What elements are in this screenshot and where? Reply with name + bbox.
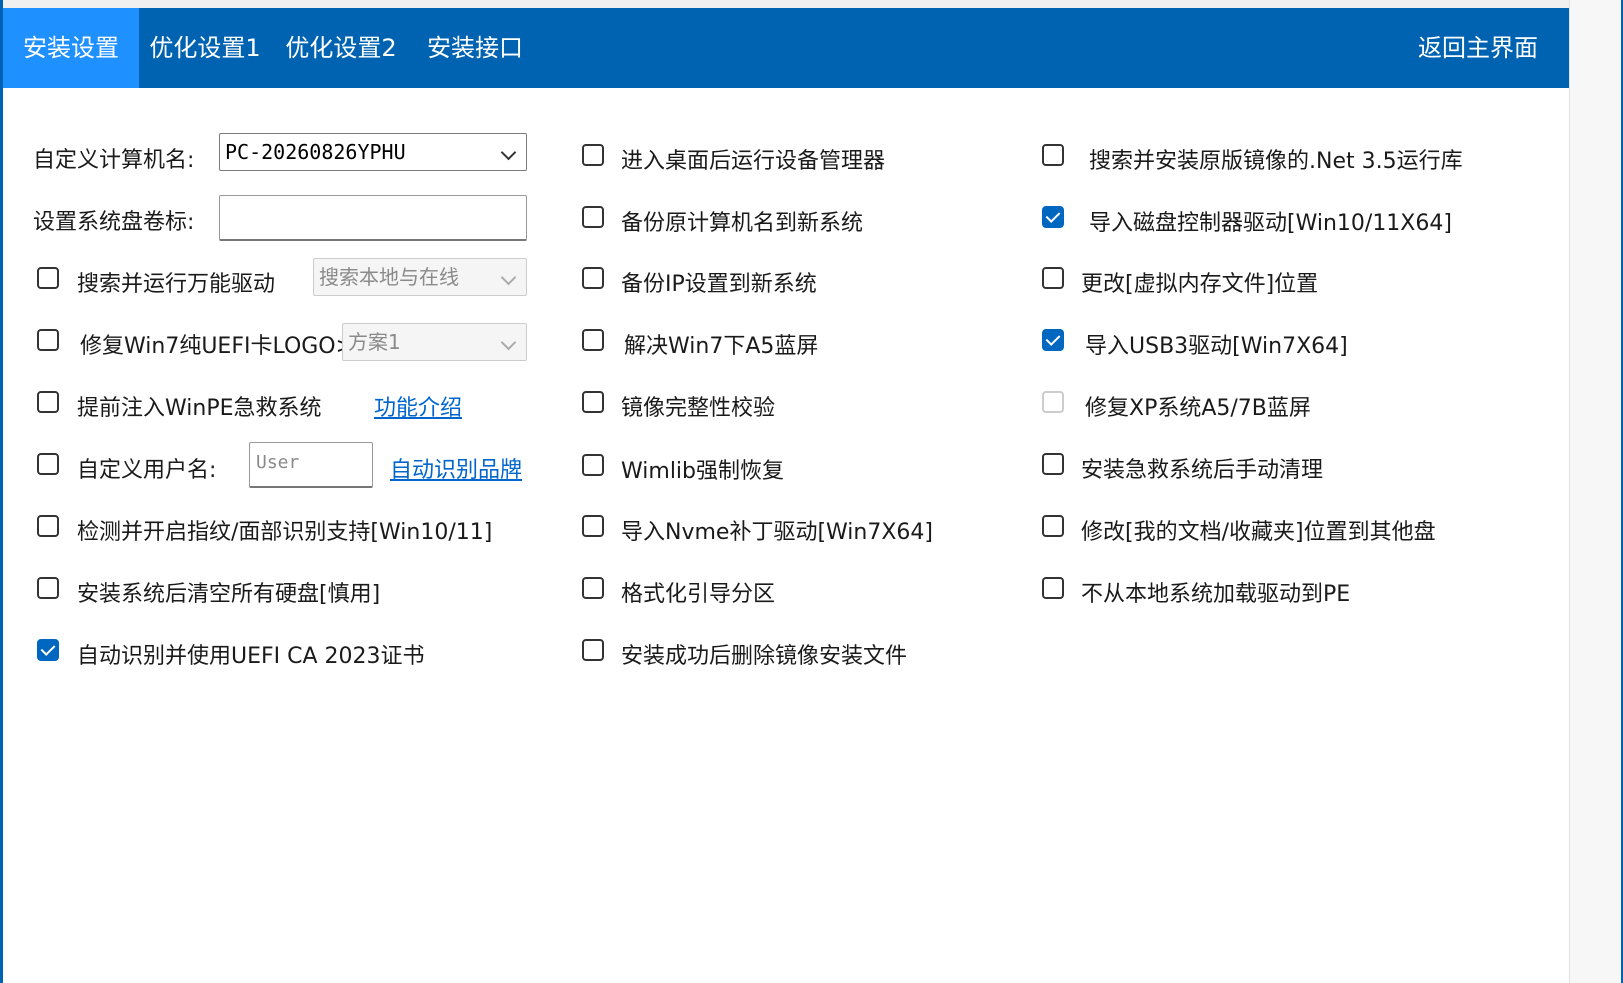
- window-right-strip: [1569, 0, 1621, 983]
- middle-checkbox[interactable]: [582, 515, 604, 537]
- universal-driver-combo-value: 搜索本地与在线: [319, 265, 459, 289]
- custom-user-input[interactable]: User: [249, 442, 373, 488]
- computer-name-value: PC-20260826YPHU: [225, 140, 406, 164]
- inject-winpe-checkbox[interactable]: [37, 391, 59, 413]
- middle-option-label: 备份原计算机名到新系统: [621, 211, 864, 236]
- back-to-main-button[interactable]: 返回主界面: [1418, 8, 1538, 88]
- right-checkbox[interactable]: [1042, 577, 1064, 599]
- right-option-label: 更改[虚拟内存文件]位置: [1081, 272, 1319, 297]
- middle-option-label: 解决Win7下A5蓝屏: [624, 334, 819, 359]
- right-option-label: 修改[我的文档/收藏夹]位置到其他盘: [1081, 520, 1436, 545]
- custom-user-checkbox[interactable]: [37, 453, 59, 475]
- middle-checkbox[interactable]: [582, 329, 604, 351]
- inject-winpe-label: 提前注入WinPE急救系统: [77, 396, 322, 421]
- tab-optimize-settings-2[interactable]: 优化设置2: [275, 8, 407, 88]
- fix-win7-uefi-combo[interactable]: 方案1: [342, 323, 527, 361]
- clear-disks-label: 安装系统后清空所有硬盘[慎用]: [77, 582, 381, 607]
- chevron-down-icon: [500, 334, 517, 351]
- middle-option-label: 备份IP设置到新系统: [621, 272, 817, 297]
- fingerprint-checkbox[interactable]: [37, 515, 59, 537]
- right-option-label: 搜索并安装原版镜像的.Net 3.5运行库: [1089, 149, 1463, 174]
- right-option-label: 导入USB3驱动[Win7X64]: [1085, 334, 1348, 359]
- middle-checkbox[interactable]: [582, 391, 604, 413]
- middle-option-label: 进入桌面后运行设备管理器: [621, 149, 886, 174]
- universal-driver-label: 搜索并运行万能驱动: [77, 272, 276, 297]
- right-checkbox[interactable]: [1042, 267, 1064, 289]
- settings-panel: 自定义计算机名: PC-20260826YPHU 设置系统盘卷标: 搜索并运行万…: [3, 88, 1569, 983]
- right-option-label: 导入磁盘控制器驱动[Win10/11X64]: [1089, 211, 1452, 236]
- fix-win7-uefi-checkbox[interactable]: [37, 329, 59, 351]
- middle-checkbox[interactable]: [582, 267, 604, 289]
- tab-bar: 安装设置 优化设置1 优化设置2 安装接口 返回主界面: [3, 8, 1620, 88]
- middle-option-label: 镜像完整性校验: [621, 396, 776, 421]
- universal-driver-combo[interactable]: 搜索本地与在线: [313, 258, 527, 296]
- middle-option-label: 安装成功后删除镜像安装文件: [621, 644, 908, 669]
- middle-checkbox[interactable]: [582, 144, 604, 166]
- volume-label-input[interactable]: [219, 195, 527, 241]
- right-checkbox[interactable]: [1042, 515, 1064, 537]
- middle-checkbox[interactable]: [582, 577, 604, 599]
- chevron-down-icon: [500, 269, 517, 286]
- auto-detect-brand-link[interactable]: 自动识别品牌: [390, 452, 522, 484]
- computer-name-combo[interactable]: PC-20260826YPHU: [219, 133, 527, 171]
- middle-option-label: Wimlib强制恢复: [621, 459, 785, 484]
- right-checkbox[interactable]: [1042, 453, 1064, 475]
- fix-win7-uefi-label: 修复Win7纯UEFI卡LOGO>>: [80, 334, 373, 359]
- fingerprint-label: 检测并开启指纹/面部识别支持[Win10/11]: [77, 520, 493, 545]
- clear-disks-checkbox[interactable]: [37, 577, 59, 599]
- right-checkbox[interactable]: [1042, 206, 1064, 228]
- computer-name-label: 自定义计算机名:: [33, 148, 195, 173]
- chevron-down-icon: [500, 144, 517, 161]
- tab-optimize-settings-1[interactable]: 优化设置1: [139, 8, 271, 88]
- uefi-ca-label: 自动识别并使用UEFI CA 2023证书: [77, 644, 425, 669]
- custom-user-label: 自定义用户名:: [77, 458, 217, 483]
- middle-option-label: 格式化引导分区: [621, 582, 776, 607]
- middle-checkbox[interactable]: [582, 639, 604, 661]
- tab-install-interface[interactable]: 安装接口: [415, 8, 535, 88]
- tab-install-settings[interactable]: 安装设置: [3, 8, 139, 88]
- right-checkbox[interactable]: [1042, 144, 1064, 166]
- right-option-label: 安装急救系统后手动清理: [1081, 458, 1324, 483]
- middle-checkbox[interactable]: [582, 206, 604, 228]
- uefi-ca-checkbox[interactable]: [37, 639, 59, 661]
- feature-intro-link[interactable]: 功能介绍: [374, 390, 462, 422]
- right-checkbox[interactable]: [1042, 391, 1064, 413]
- window-top-strip: [3, 0, 1620, 8]
- right-checkbox[interactable]: [1042, 329, 1064, 351]
- right-option-label: 修复XP系统A5/7B蓝屏: [1085, 396, 1311, 421]
- right-option-label: 不从本地系统加载驱动到PE: [1081, 582, 1351, 607]
- universal-driver-checkbox[interactable]: [37, 267, 59, 289]
- middle-option-label: 导入Nvme补丁驱动[Win7X64]: [621, 520, 933, 545]
- fix-win7-uefi-combo-value: 方案1: [348, 330, 401, 354]
- settings-window: 安装设置 优化设置1 优化设置2 安装接口 返回主界面 自定义计算机名: PC-…: [0, 0, 1623, 983]
- volume-label-label: 设置系统盘卷标:: [33, 210, 195, 235]
- middle-checkbox[interactable]: [582, 454, 604, 476]
